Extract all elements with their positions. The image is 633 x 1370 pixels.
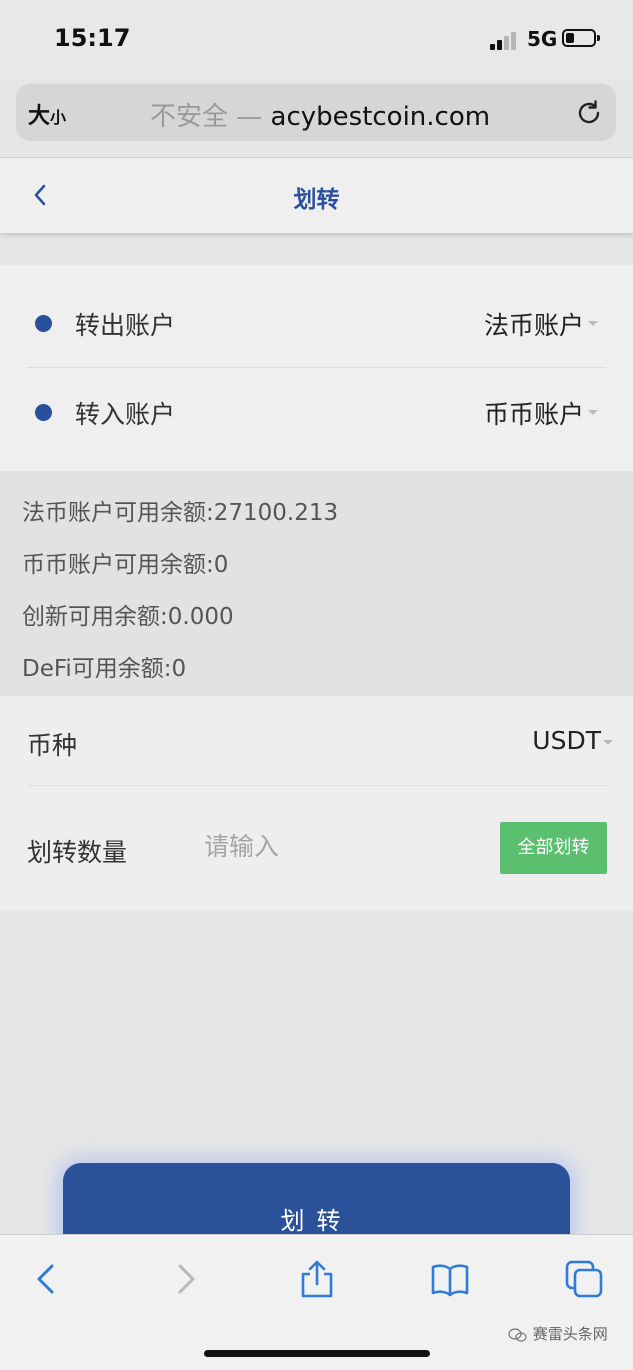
url-domain: acybestcoin.com [270, 102, 491, 132]
network-type: 5G [527, 27, 558, 51]
amount-label: 划转数量 [27, 838, 128, 867]
account-selector: 转出账户 法币账户 转入账户 币币账户 [0, 265, 633, 471]
innovation-balance: 创新可用余额:0.000 [22, 604, 234, 630]
from-account-label: 转出账户 [75, 311, 176, 340]
to-account-row[interactable]: 转入账户 币币账户 [27, 368, 606, 456]
chevron-down-icon [588, 321, 598, 326]
bookmarks-icon[interactable] [430, 1259, 470, 1299]
spot-balance: 币币账户可用余额:0 [22, 552, 229, 578]
battery-icon [562, 29, 600, 47]
tabs-icon[interactable] [564, 1259, 604, 1299]
reload-icon[interactable] [574, 98, 604, 128]
coin-label: 币种 [27, 731, 78, 760]
insecure-label: 不安全 — [150, 102, 271, 132]
wechat-icon [508, 1327, 527, 1342]
watermark: 赛雷头条网 [508, 1323, 608, 1344]
share-icon[interactable] [297, 1259, 337, 1299]
home-indicator [204, 1350, 430, 1357]
page-title: 划转 [293, 187, 340, 213]
text-size-button[interactable]: 大小 [28, 98, 66, 130]
from-account-select[interactable]: 法币账户 [484, 306, 584, 342]
url-text[interactable]: 不安全 — acybestcoin.com [150, 96, 490, 133]
address-bar[interactable]: 大小 不安全 — acybestcoin.com [16, 84, 616, 141]
divider [27, 785, 606, 786]
balance-list: 法币账户可用余额:27100.213 币币账户可用余额:0 创新可用余额:0.0… [0, 471, 633, 696]
transfer-form: 币种 USDT 划转数量 全部划转 [0, 696, 633, 910]
bullet-icon [35, 315, 52, 332]
fiat-balance: 法币账户可用余额:27100.213 [22, 500, 339, 526]
to-account-label: 转入账户 [75, 400, 176, 429]
transfer-all-button[interactable]: 全部划转 [500, 822, 607, 874]
status-time: 15:17 [54, 24, 131, 52]
to-account-select[interactable]: 币币账户 [484, 395, 584, 431]
signal-icon [490, 30, 520, 50]
coin-select[interactable]: USDT [532, 726, 601, 755]
defi-balance: DeFi可用余额:0 [22, 656, 187, 682]
chevron-down-icon [603, 740, 613, 745]
chevron-down-icon [588, 410, 598, 415]
amount-input[interactable] [196, 826, 482, 866]
back-arrow-icon[interactable] [27, 1259, 67, 1299]
status-bar: 15:17 5G [0, 0, 633, 80]
bullet-icon [35, 404, 52, 421]
forward-arrow-icon[interactable] [165, 1259, 205, 1299]
from-account-row[interactable]: 转出账户 法币账户 [27, 279, 606, 367]
nav-bar: 划转 [0, 157, 633, 233]
